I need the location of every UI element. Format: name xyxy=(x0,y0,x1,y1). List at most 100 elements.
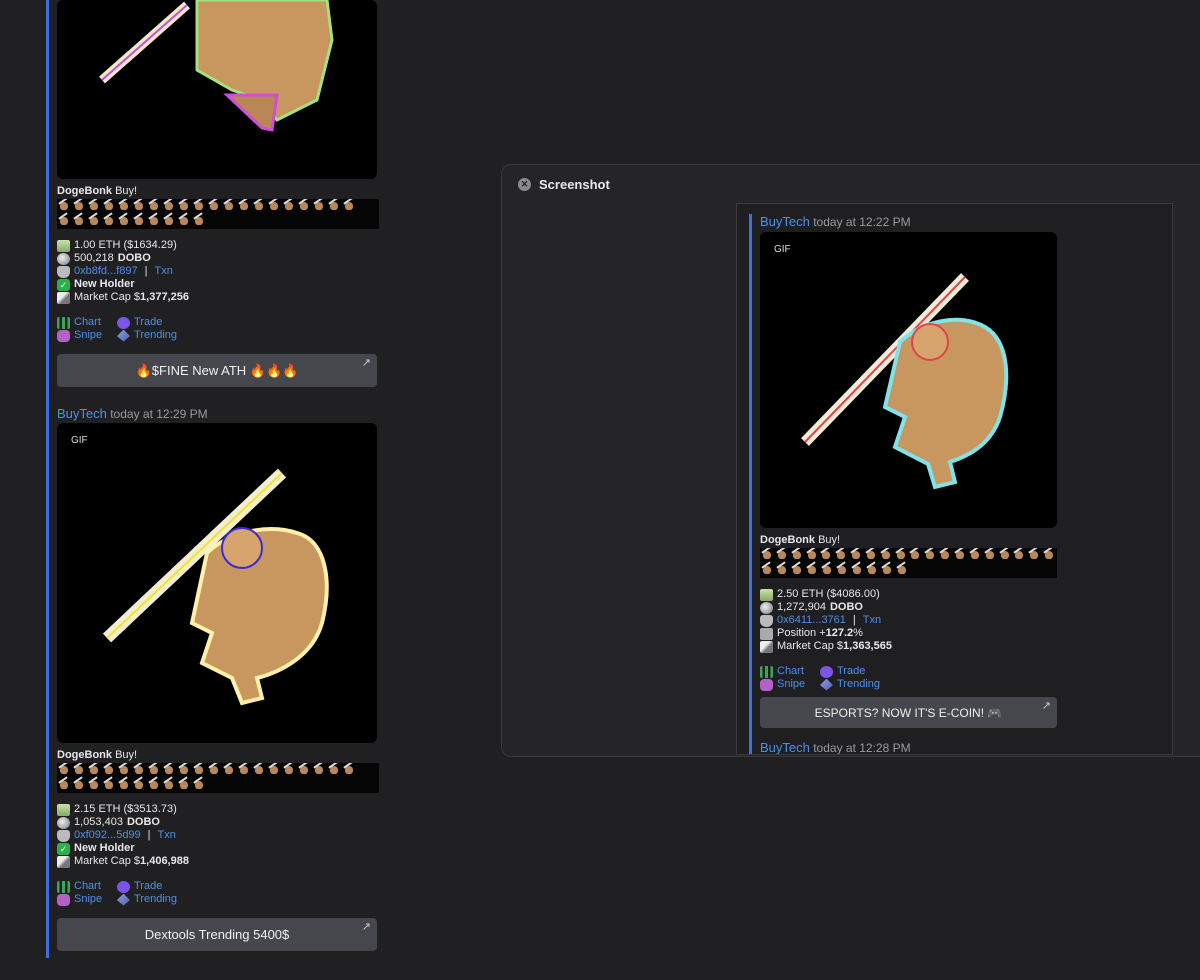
preview-post: BuyTech today at 12:22 PM GIF DogeBonk B… xyxy=(760,214,1060,755)
cash-icon xyxy=(760,588,773,601)
dog-emoji-row xyxy=(57,763,379,778)
link-button[interactable]: Dextools Trending 5400$ ↗ xyxy=(57,918,377,951)
buy-info: 2.15 ETH ($3513.73) 1,053,403 DOBO 0xf092… xyxy=(57,803,379,868)
modal-header: ✕ Screenshot xyxy=(518,177,610,192)
market-cap: Market Cap $1,377,256 xyxy=(74,291,189,303)
txn-link[interactable]: Txn xyxy=(863,614,881,627)
token-amount: 1,053,403 xyxy=(74,816,123,828)
token-symbol: DOBO xyxy=(829,601,863,613)
mountain-icon xyxy=(57,855,70,868)
gif-image[interactable]: GIF xyxy=(57,423,377,743)
modal-title: Screenshot xyxy=(539,177,610,192)
message-meta: BuyTech today at 12:22 PM xyxy=(760,214,1060,229)
wallet-link[interactable]: 0xb8fd...f897 xyxy=(74,265,138,278)
button-label: ESPORTS? NOW IT'S E-COIN! xyxy=(814,705,985,720)
post-title: DogeBonk Buy! xyxy=(760,534,841,546)
message-meta: BuyTech today at 12:28 PM xyxy=(760,740,1060,755)
market-cap: Market Cap $1,363,565 xyxy=(777,640,892,652)
dog-bonk-image xyxy=(102,468,329,706)
preview-feed: BuyTech today at 12:22 PM GIF DogeBonk B… xyxy=(749,214,1060,755)
timestamp: today at 12:29 PM xyxy=(110,407,208,421)
ethereum-icon xyxy=(820,678,833,691)
message-meta: BuyTech today at 12:29 PM xyxy=(57,406,379,421)
gamepad-icon: 🎮 xyxy=(987,705,1003,720)
dog-emoji-row xyxy=(760,563,1057,578)
emoji-strip xyxy=(57,763,379,793)
timestamp: today at 12:28 PM xyxy=(813,741,911,755)
trending-link[interactable]: Trending xyxy=(820,678,910,691)
new-holder-label: New Holder xyxy=(74,278,135,290)
post-1: DogeBonk Buy! 1.00 ETH ($1634.29) 500,21… xyxy=(57,0,379,387)
trade-link[interactable]: Trade xyxy=(117,880,207,893)
author-name[interactable]: BuyTech xyxy=(760,214,810,229)
external-arrow-icon: ↗ xyxy=(1041,700,1051,712)
chart-link[interactable]: Chart xyxy=(57,880,117,893)
dog-emoji-row xyxy=(760,548,1057,563)
token-amount: 500,218 xyxy=(74,252,114,264)
token-symbol: DOBO xyxy=(117,252,151,264)
fire-icon: 🔥🔥🔥 xyxy=(249,362,299,378)
check-icon: ✓ xyxy=(57,842,70,855)
action-links: Chart Trade Snipe Trending xyxy=(760,665,1060,691)
close-icon[interactable]: ✕ xyxy=(518,178,531,191)
chart-link[interactable]: Chart xyxy=(760,665,820,678)
author-name[interactable]: BuyTech xyxy=(760,740,810,754)
coin-icon xyxy=(57,816,70,829)
chart-link[interactable]: Chart xyxy=(57,316,117,329)
alien-icon xyxy=(820,665,833,678)
hand-icon xyxy=(57,265,70,278)
author-name[interactable]: BuyTech xyxy=(57,406,107,421)
coin-icon xyxy=(760,601,773,614)
wallet-link[interactable]: 0x6411...3761 xyxy=(777,614,846,627)
message-feed: DogeBonk Buy! 1.00 ETH ($1634.29) 500,21… xyxy=(46,0,386,958)
cash-icon xyxy=(57,239,70,252)
wallet-link[interactable]: 0xf092...5d99 xyxy=(74,829,141,842)
dog-emoji-row xyxy=(57,199,379,214)
button-label: Dextools Trending 5400$ xyxy=(144,927,290,942)
snipe-link[interactable]: Snipe xyxy=(760,678,820,691)
mountain-icon xyxy=(760,640,773,653)
dog-bonk-image xyxy=(99,0,334,132)
gif-image[interactable] xyxy=(57,0,377,179)
post-title: DogeBonk Buy! xyxy=(57,749,138,761)
trending-link[interactable]: Trending xyxy=(117,893,207,906)
dog-emoji-row xyxy=(57,214,379,229)
action-links: Chart Trade Snipe Trending xyxy=(57,316,379,342)
screenshot-modal: ✕ Screenshot BuyTech today at 12:22 PM G… xyxy=(501,164,1200,757)
gif-image[interactable]: GIF xyxy=(760,232,1057,528)
trade-link[interactable]: Trade xyxy=(820,665,910,678)
snipe-link[interactable]: Snipe xyxy=(57,329,117,342)
alien-icon xyxy=(117,880,130,893)
trade-link[interactable]: Trade xyxy=(117,316,207,329)
trending-link[interactable]: Trending xyxy=(117,329,207,342)
link-button[interactable]: 🔥 $FINE New ATH 🔥🔥🔥 ↗ xyxy=(57,354,377,387)
txn-link[interactable]: Txn xyxy=(154,265,172,278)
emoji-strip xyxy=(57,199,379,229)
check-icon: ✓ xyxy=(57,278,70,291)
buy-info: 1.00 ETH ($1634.29) 500,218 DOBO 0xb8fd..… xyxy=(57,239,379,304)
mountain-icon xyxy=(57,291,70,304)
eth-amount: 2.50 ETH ($4086.00) xyxy=(777,588,880,600)
txn-link[interactable]: Txn xyxy=(158,829,176,842)
token-symbol: DOBO xyxy=(126,816,160,828)
chart-icon xyxy=(57,316,70,329)
ethereum-icon xyxy=(117,329,130,342)
unicorn-icon xyxy=(57,893,70,906)
unicorn-icon xyxy=(57,329,70,342)
ethereum-icon xyxy=(117,893,130,906)
screenshot-preview: BuyTech today at 12:22 PM GIF DogeBonk B… xyxy=(736,203,1173,755)
dog-emoji-row xyxy=(57,778,379,793)
separator: | xyxy=(147,829,151,841)
dog-bonk-image xyxy=(801,273,1009,490)
snipe-link[interactable]: Snipe xyxy=(57,893,117,906)
eth-amount: 1.00 ETH ($1634.29) xyxy=(74,239,177,251)
timestamp: today at 12:22 PM xyxy=(813,215,911,229)
eth-amount: 2.15 ETH ($3513.73) xyxy=(74,803,177,815)
external-arrow-icon: ↗ xyxy=(361,921,371,933)
token-amount: 1,272,904 xyxy=(777,601,826,613)
action-links: Chart Trade Snipe Trending xyxy=(57,880,379,906)
position: Position +127.2% xyxy=(777,627,863,639)
link-button[interactable]: ESPORTS? NOW IT'S E-COIN! 🎮 ↗ xyxy=(760,697,1057,728)
button-label: $FINE New ATH xyxy=(151,363,247,378)
emoji-strip xyxy=(760,548,1057,578)
